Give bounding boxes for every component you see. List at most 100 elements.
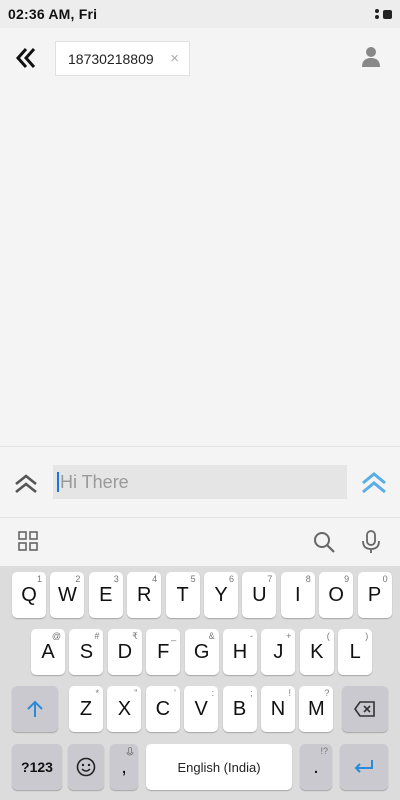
- key-hint: _: [171, 631, 177, 641]
- period-key[interactable]: . !?: [300, 744, 332, 790]
- key-label: Q: [21, 583, 37, 606]
- key-a[interactable]: A @: [31, 629, 65, 675]
- person-icon: [362, 47, 380, 67]
- key-t[interactable]: T5: [165, 572, 200, 618]
- status-time: 02:36 AM, Fri: [8, 6, 98, 22]
- backspace-key[interactable]: [342, 686, 388, 732]
- period-key-label: .: [313, 755, 319, 778]
- expand-options-button[interactable]: [10, 468, 42, 500]
- shift-key[interactable]: [12, 686, 58, 732]
- key-hint: ': [174, 688, 176, 698]
- key-label: Z: [79, 697, 93, 720]
- key-label: A: [41, 640, 55, 663]
- grid-icon: [18, 531, 38, 551]
- key-hint: *: [95, 688, 99, 698]
- contact-button[interactable]: [360, 45, 382, 69]
- back-button[interactable]: [12, 44, 40, 72]
- key-hint: 2: [75, 574, 81, 584]
- voice-input-button[interactable]: [360, 530, 382, 554]
- key-b[interactable]: B;: [222, 686, 257, 732]
- key-label: D: [117, 640, 133, 663]
- microphone-icon: [362, 530, 380, 553]
- key-j[interactable]: J +: [261, 629, 296, 675]
- key-hint: #: [94, 631, 100, 641]
- key-label: C: [155, 697, 171, 720]
- key-label: P: [367, 583, 382, 606]
- key-label: I: [295, 583, 301, 606]
- send-button[interactable]: [358, 467, 390, 499]
- key-hint: :: [211, 688, 215, 698]
- key-label: M: [308, 697, 325, 720]
- key-hint: 8: [305, 574, 311, 584]
- key-f[interactable]: F _: [146, 629, 181, 675]
- emoji-icon: [76, 757, 96, 777]
- small-microphone-icon: [126, 747, 134, 756]
- message-input[interactable]: Hi There: [53, 465, 347, 499]
- key-p[interactable]: P0: [357, 572, 392, 618]
- key-label: K: [310, 640, 324, 663]
- key-hint: ?: [324, 688, 330, 698]
- key-i[interactable]: I8: [280, 572, 315, 618]
- status-icons: [375, 9, 392, 19]
- comma-key[interactable]: ,: [110, 744, 138, 790]
- space-key[interactable]: English (India): [146, 744, 292, 790]
- message-thread: [0, 88, 400, 446]
- key-h[interactable]: H-: [223, 629, 257, 675]
- key-n[interactable]: N!: [261, 686, 295, 732]
- key-o[interactable]: O9: [319, 572, 354, 618]
- key-x[interactable]: X ": [107, 686, 142, 732]
- key-e[interactable]: E3: [88, 572, 123, 618]
- key-label: R: [136, 583, 152, 606]
- key-hint: 0: [382, 574, 388, 584]
- key-hint: ): [365, 631, 369, 641]
- key-label: V: [194, 697, 208, 720]
- apps-grid-button[interactable]: [18, 531, 40, 553]
- key-label: U: [252, 583, 267, 606]
- status-bar: 02:36 AM, Fri: [0, 0, 400, 28]
- key-label: W: [57, 583, 77, 606]
- key-label: B: [232, 697, 247, 720]
- compose-divider: [0, 446, 400, 447]
- key-q[interactable]: Q1: [12, 572, 46, 618]
- keyboard-search-button[interactable]: [312, 530, 336, 554]
- key-label: J: [273, 640, 284, 663]
- keyboard: Q1W2E3R4T5Y6U7I8O9P0 A @ S # D ₹ F _ G & H - J + K(L) …: [0, 566, 400, 800]
- key-r[interactable]: R4: [127, 572, 162, 618]
- search-icon: [314, 532, 335, 553]
- space-key-label: English (India): [177, 759, 261, 775]
- backspace-icon: [354, 701, 375, 717]
- key-d[interactable]: D ₹: [107, 629, 142, 675]
- emoji-key[interactable]: [68, 744, 104, 790]
- key-label: E: [99, 583, 113, 606]
- key-hint: 6: [228, 574, 234, 584]
- key-w[interactable]: W2: [50, 572, 85, 618]
- key-y[interactable]: Y6: [204, 572, 238, 618]
- key-hint: 5: [190, 574, 196, 584]
- key-m[interactable]: M?: [299, 686, 334, 732]
- double-chevron-up-icon: [15, 474, 37, 494]
- key-c[interactable]: C ': [145, 686, 180, 732]
- key-g[interactable]: G &: [184, 629, 219, 675]
- chip-remove-button[interactable]: ×: [170, 51, 179, 66]
- recipient-chip[interactable]: 18730218809 ×: [55, 41, 190, 76]
- send-double-chevron-up-icon: [362, 472, 386, 494]
- key-hint: -: [250, 631, 253, 641]
- text-cursor: [57, 472, 59, 492]
- enter-key[interactable]: [340, 744, 388, 790]
- key-s[interactable]: S #: [69, 629, 104, 675]
- key-label: L: [349, 640, 361, 663]
- key-v[interactable]: V:: [184, 686, 219, 732]
- key-label: Y: [214, 583, 228, 606]
- shift-arrow-icon: [27, 700, 43, 717]
- symbols-key[interactable]: ?123: [12, 744, 62, 790]
- key-hint: 1: [36, 574, 42, 584]
- message-text: Hi There: [60, 471, 129, 492]
- key-z[interactable]: Z *: [69, 686, 103, 732]
- symbols-key-label: ?123: [21, 759, 53, 775]
- key-l[interactable]: L): [338, 629, 373, 675]
- key-hint: 4: [152, 574, 158, 584]
- key-label: G: [193, 640, 210, 663]
- key-u[interactable]: U7: [242, 572, 277, 618]
- key-hint: (: [326, 631, 330, 641]
- key-k[interactable]: K(: [299, 629, 334, 675]
